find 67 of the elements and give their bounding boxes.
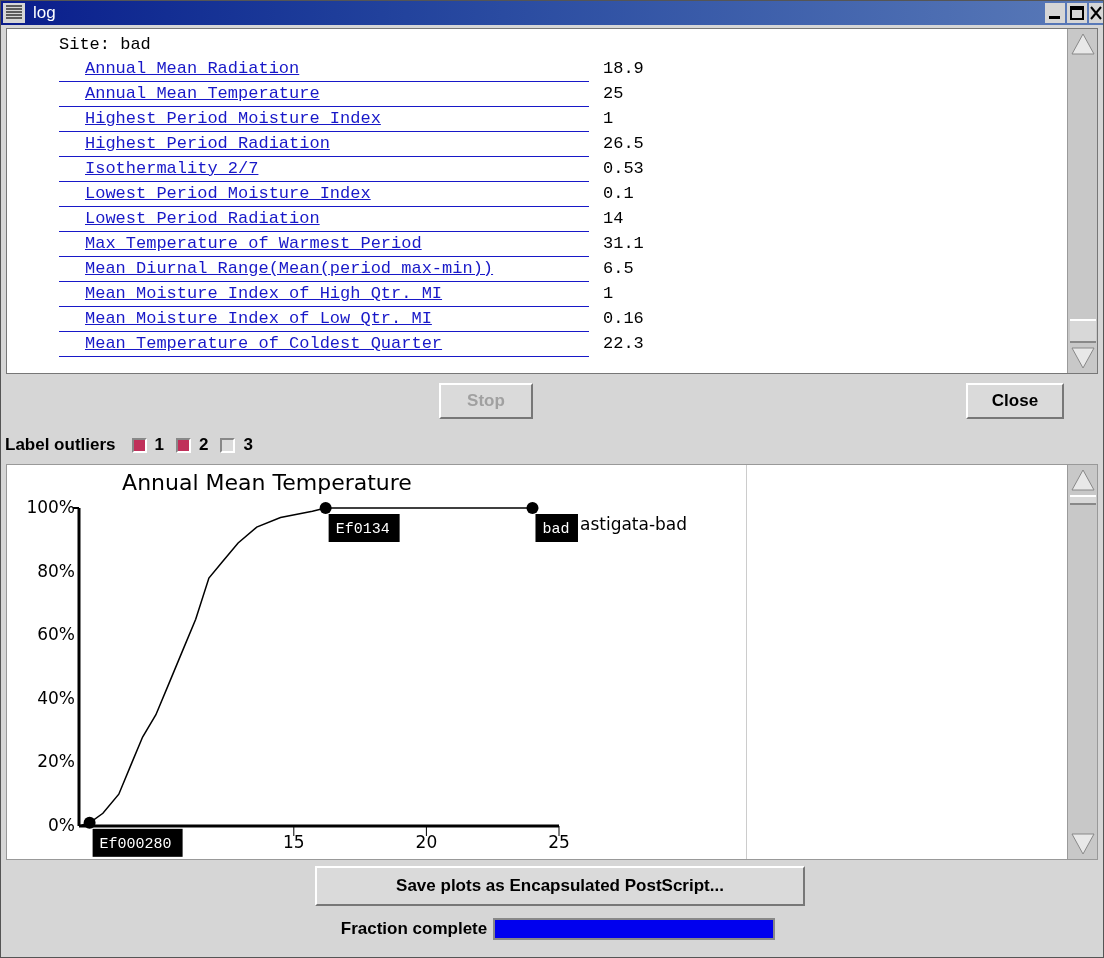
variable-link[interactable]: Annual Mean Temperature [85,84,320,103]
y-tick-label: 40% [37,687,75,708]
minimize-icon[interactable] [1045,3,1065,23]
checkbox[interactable] [131,437,147,453]
variable-value: 0.16 [603,308,644,330]
data-point [526,502,539,514]
scroll-thumb[interactable] [1070,495,1096,505]
checkbox-label: 1 [154,434,164,457]
variable-link[interactable]: Annual Mean Radiation [85,59,300,78]
scrollbar[interactable] [1067,465,1097,859]
progress-label: Fraction complete [340,918,488,940]
variable-value: 0.1 [603,183,634,205]
save-eps-button[interactable]: Save plots as Encapsulated PostScript... [315,866,805,906]
scroll-down-arrow-icon[interactable] [1070,831,1096,857]
variable-link[interactable]: Mean Diurnal Range(Mean(period max-min)) [85,259,494,278]
chart-title: Annual Mean Temperature [122,470,412,495]
close-icon[interactable] [1089,3,1103,23]
x-tick-label: 20 [415,832,438,852]
window-menu-icon[interactable] [3,3,25,23]
variable-value: 31.1 [603,233,644,255]
outlier-label: Ef000280 [99,835,172,853]
scroll-up-arrow-icon[interactable] [1070,31,1096,57]
site-heading: Site: bad [59,34,152,56]
variable-link[interactable]: Mean Moisture Index of Low Qtr. MI [85,309,432,328]
y-tick-label: 80% [37,560,75,581]
maximize-icon[interactable] [1067,3,1087,23]
data-point [319,502,332,514]
outlier-label: bad [542,521,570,538]
variable-value: 14 [603,208,624,230]
x-tick-label: 15 [283,832,305,852]
scroll-down-arrow-icon[interactable] [1070,345,1096,371]
outlier-label-background [328,514,400,542]
scroll-thumb[interactable] [1070,319,1096,343]
site-label: astigata-bad [580,514,688,534]
checkbox[interactable] [176,437,191,453]
y-tick-label: 100% [26,497,75,517]
variable-link[interactable]: Max Temperature of Warmest Period [85,234,422,253]
checkbox-label: 3 [243,434,253,457]
variable-value: 26.5 [603,133,644,155]
scroll-up-arrow-icon[interactable] [1070,467,1096,493]
variable-value: 1 [603,283,614,305]
data-point [83,816,96,829]
outlier-label: Ef0134 [335,521,390,538]
variable-link[interactable]: Mean Temperature of Coldest Quarter [85,334,443,353]
y-tick-label: 60% [37,624,75,645]
variable-value: 0.53 [603,158,644,180]
checkbox-label: 2 [199,434,209,457]
variable-value: 1 [603,108,614,130]
variable-value: 6.5 [603,258,634,280]
x-tick-label: 25 [548,832,570,852]
variable-value: 25 [603,83,624,105]
window-title: log [33,2,56,25]
variable-link[interactable]: Mean Moisture Index of High Qtr. MI [85,284,443,303]
variable-link[interactable]: Lowest Period Moisture Index [85,184,371,203]
y-tick-label: 20% [37,751,75,772]
y-tick-label: 0% [48,815,75,835]
outliers-label: Label outliers [5,434,116,457]
variable-link[interactable]: Lowest Period Radiation [85,209,320,228]
variable-value: 22.3 [603,333,644,355]
variable-link[interactable]: Isothermality 2/7 [85,159,259,178]
close-button[interactable]: Close [966,383,1064,419]
checkbox[interactable] [220,437,236,453]
variable-link[interactable]: Highest Period Radiation [85,134,330,153]
variable-link[interactable]: Highest Period Moisture Index [85,109,381,128]
variable-value: 18.9 [603,58,644,80]
outlier-label-background [535,514,578,542]
scrollbar[interactable] [1067,29,1097,373]
